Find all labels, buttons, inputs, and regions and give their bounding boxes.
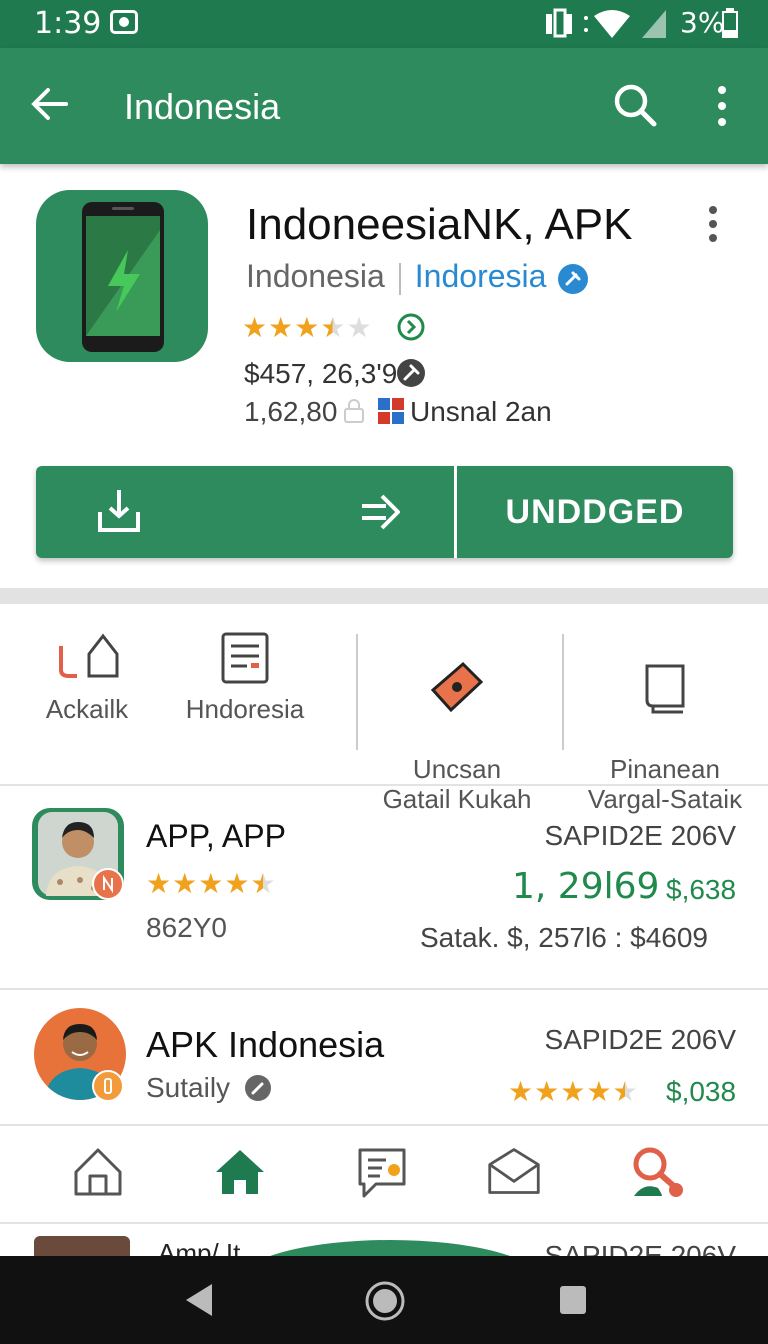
developer-row: Indonesia Indoresia bbox=[246, 258, 589, 295]
list-item-footer: Satak. $, 257l6 : $4609 bbox=[420, 922, 708, 953]
category-row: Ackailk Hndoresia Uncsan Gatail Kukah Pi… bbox=[0, 604, 768, 814]
downloads-label: Unsnal 2an bbox=[410, 396, 552, 427]
category-item[interactable]: Pinanean Vargal-Sataiĸ bbox=[580, 630, 750, 814]
app-icon bbox=[36, 190, 208, 362]
star-icon: ★ bbox=[586, 1075, 612, 1108]
document-icon bbox=[221, 632, 269, 684]
verified-badge-icon bbox=[558, 263, 589, 294]
list-item-right-title: SAPID2E 206V bbox=[544, 1024, 736, 1055]
home-outline-nav-icon[interactable] bbox=[70, 1144, 126, 1200]
nav-recents-icon[interactable] bbox=[558, 1284, 588, 1316]
flag-icon bbox=[378, 398, 404, 424]
list-item-price: $,638 bbox=[666, 874, 737, 905]
list-item-right-title: SAPID2E 206V bbox=[544, 820, 736, 851]
app-rating-stars: ★ ★ ★ ★ ★ bbox=[242, 314, 372, 342]
nav-back-icon[interactable] bbox=[182, 1282, 216, 1318]
star-icon: ★ bbox=[242, 311, 268, 344]
star-icon: ★ bbox=[346, 311, 372, 344]
arrow-right-icon[interactable] bbox=[358, 490, 404, 534]
list-item-title[interactable]: APP, APP bbox=[146, 818, 286, 855]
overflow-menu-icon[interactable] bbox=[704, 84, 740, 128]
app-price: $457, 26,3'9 bbox=[244, 358, 398, 389]
battery-icon bbox=[722, 8, 738, 38]
camera-notification-icon bbox=[110, 10, 138, 34]
page-title: Indonesia bbox=[124, 86, 281, 127]
list-item-rating: ★ ★ ★ ★ ★ bbox=[146, 870, 276, 898]
section-divider bbox=[0, 588, 768, 604]
divider bbox=[562, 634, 564, 750]
star-icon: ★ bbox=[146, 867, 172, 900]
chat-icon[interactable] bbox=[354, 1144, 410, 1200]
developer-link[interactable]: Indoresia bbox=[415, 258, 547, 294]
system-navigation-bar bbox=[0, 1256, 768, 1344]
list-item-price: $,038 bbox=[666, 1076, 737, 1107]
star-icon: ★ bbox=[268, 311, 294, 344]
bottom-navigation bbox=[0, 1124, 768, 1224]
lock-icon bbox=[344, 399, 364, 423]
wrench-icon bbox=[397, 359, 425, 387]
badge-icon bbox=[92, 868, 124, 900]
star-icon: ★ bbox=[612, 1075, 638, 1108]
back-arrow-icon[interactable] bbox=[30, 84, 70, 124]
check-circle-icon bbox=[397, 313, 425, 341]
list-item-count: 862Y0 bbox=[146, 912, 227, 943]
list-item-subtitle: Sutaily bbox=[146, 1072, 231, 1103]
search-icon[interactable] bbox=[612, 82, 658, 128]
category-label: Ackailk bbox=[45, 694, 129, 724]
nav-home-icon[interactable] bbox=[364, 1280, 406, 1322]
list-item-title[interactable]: APK Indonesia bbox=[146, 1024, 384, 1066]
star-icon: ★ bbox=[560, 1075, 586, 1108]
thumbnail bbox=[34, 1236, 130, 1258]
divider bbox=[0, 784, 768, 786]
category-label: Hndoresia bbox=[185, 694, 305, 724]
category-item[interactable]: Hndoresia bbox=[172, 630, 318, 724]
mail-icon[interactable] bbox=[486, 1144, 542, 1200]
star-icon: ★ bbox=[172, 867, 198, 900]
status-time: 1:39 bbox=[34, 6, 102, 41]
ticket-icon bbox=[430, 661, 484, 713]
list-item-value: 1, 29l69 bbox=[512, 866, 660, 907]
download-count: 1,62,80 bbox=[244, 396, 338, 427]
status-bar: 1:39 3% bbox=[0, 0, 768, 48]
edit-icon bbox=[245, 1075, 271, 1101]
developer-name: Indonesia bbox=[246, 258, 385, 294]
star-icon: ★ bbox=[294, 311, 320, 344]
home-icon[interactable] bbox=[212, 1144, 268, 1200]
star-icon: ★ bbox=[198, 867, 224, 900]
list-item-rating: ★ ★ ★ ★ ★ bbox=[508, 1078, 638, 1106]
badge-icon bbox=[92, 1070, 124, 1102]
app-bar: Indonesia bbox=[0, 48, 768, 164]
account-search-icon[interactable] bbox=[628, 1144, 692, 1200]
install-button[interactable]: UNDDGED bbox=[457, 466, 733, 558]
app-overflow-icon[interactable] bbox=[700, 204, 726, 244]
divider bbox=[0, 988, 768, 990]
book-icon bbox=[645, 664, 685, 714]
star-icon: ★ bbox=[508, 1075, 534, 1108]
home-outline-icon bbox=[59, 633, 119, 678]
star-icon: ★ bbox=[534, 1075, 560, 1108]
app-title: IndoneesiaNK, APK bbox=[246, 200, 633, 249]
category-item[interactable]: Ackailk bbox=[20, 630, 154, 724]
star-icon: ★ bbox=[320, 311, 346, 344]
divider bbox=[356, 634, 358, 750]
list-item-title: Amp/ It bbox=[158, 1238, 241, 1258]
install-action-bar: UNDDGED bbox=[36, 466, 733, 558]
star-icon: ★ bbox=[224, 867, 250, 900]
download-icon[interactable] bbox=[96, 486, 142, 536]
divider bbox=[398, 262, 401, 295]
star-icon: ★ bbox=[250, 867, 276, 900]
list-item-peek: Amp/ It SAPID2E 206V bbox=[0, 1222, 768, 1258]
battery-percent: 3% bbox=[680, 6, 725, 39]
category-item[interactable]: Uncsan Gatail Kukah bbox=[378, 630, 536, 814]
